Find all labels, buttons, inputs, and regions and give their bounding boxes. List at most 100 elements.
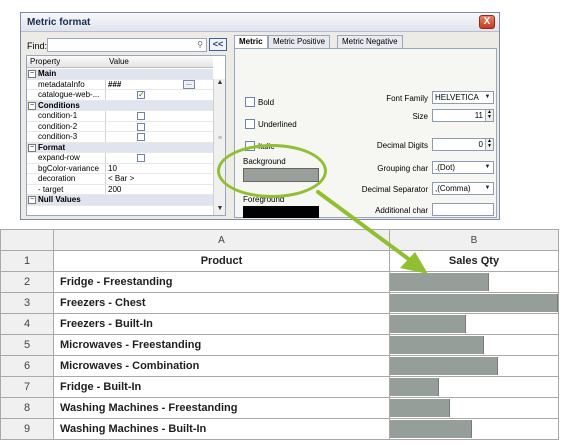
collapse-minus-icon[interactable]: − [28,70,36,78]
sales-qty-header-cell[interactable]: Sales Qty [389,250,559,272]
collapse-minus-icon[interactable]: − [28,143,36,152]
grid-property-row[interactable]: condition-2 [27,121,213,132]
grid-category-row[interactable]: − Format [27,142,213,153]
product-cell[interactable]: Fridge - Built-In [53,376,390,398]
product-cell[interactable]: Washing Machines - Built-In [53,418,390,440]
scroll-up-icon[interactable]: ▲ [215,79,225,89]
grid-property-row[interactable]: metadataInfo ###... [27,79,213,90]
property-value[interactable]: ### [108,80,121,90]
spinner-arrows-icon[interactable]: ▲ ▼ [485,139,493,150]
property-value[interactable]: 200 [108,185,121,195]
product-cell[interactable]: Freezers - Chest [53,292,390,314]
table-row: 2 Fridge - Freestanding [0,271,559,293]
product-header-cell[interactable]: Product [53,250,390,272]
grid-column-divider [105,90,106,100]
foreground-color-swatch[interactable] [243,206,319,218]
sales-qty-cell[interactable] [389,397,559,419]
grid-property-row[interactable]: catalogue-web-... [27,90,213,101]
tab-metric-negative[interactable]: Metric Negative [337,35,403,48]
grid-category-row[interactable]: − Null Values [27,195,213,206]
property-value[interactable]: < Bar > [108,174,134,184]
column-header-a[interactable]: A [53,229,390,251]
product-cell[interactable]: Microwaves - Combination [53,355,390,377]
property-name: Null Values [38,195,81,204]
decimal-digits-spinner[interactable]: 0 ▲ ▼ [432,138,494,151]
property-checkbox[interactable] [137,133,145,141]
sales-qty-cell[interactable] [389,355,559,377]
table-row: 9 Washing Machines - Built-In [0,418,559,440]
underlined-checkbox[interactable] [245,119,255,129]
table-row: 8 Washing Machines - Freestanding [0,397,559,419]
row-number[interactable]: 4 [0,313,54,335]
sales-qty-cell[interactable] [389,418,559,440]
property-checkbox[interactable] [137,154,145,162]
find-field[interactable]: ⚲ [47,38,207,52]
property-checkbox[interactable] [137,122,145,131]
product-cell[interactable]: Fridge - Freestanding [53,271,390,293]
row-number[interactable]: 7 [0,376,54,398]
sales-qty-cell[interactable] [389,313,559,335]
close-button[interactable]: X [479,15,495,29]
grid-property-row[interactable]: - target 200 [27,184,213,195]
sales-qty-cell[interactable] [389,271,559,293]
property-value[interactable]: 10 [108,164,117,174]
table-row: 7 Fridge - Built-In [0,376,559,398]
grid-column-divider [105,79,106,89]
sales-qty-cell[interactable] [389,334,559,356]
find-input[interactable] [48,39,188,51]
collapse-button[interactable]: << [209,38,227,51]
underlined-label: Underlined [258,120,297,129]
bold-checkbox[interactable] [245,97,255,107]
additional-char-input[interactable] [432,203,494,216]
property-checkbox[interactable] [137,112,145,120]
product-cell[interactable]: Washing Machines - Freestanding [53,397,390,419]
property-grid: Property Value − Main metadataInfo ###... ca… [26,55,226,216]
grouping-char-select[interactable]: .(Dot) ▼ [432,161,494,174]
size-spinner[interactable]: 11 ▲ ▼ [432,109,494,122]
search-icon: ⚲ [197,40,203,49]
row-number[interactable]: 1 [0,250,54,272]
grid-scrollbar[interactable]: ▲ ≡ ▼ [213,79,225,215]
product-cell[interactable]: Freezers - Built-In [53,313,390,335]
corner-cell[interactable] [0,229,54,251]
sales-qty-cell[interactable] [389,292,559,314]
scroll-grip-icon[interactable]: ≡ [215,135,225,145]
grid-property-row[interactable]: condition-1 [27,111,213,122]
row-number[interactable]: 2 [0,271,54,293]
property-checkbox[interactable] [137,90,145,100]
table-row: 4 Freezers - Built-In [0,313,559,335]
spinner-arrows-icon[interactable]: ▲ ▼ [485,110,493,121]
decimal-digits-label: Decimal Digits [376,141,428,150]
grid-category-row[interactable]: − Main [27,69,213,80]
grid-property-row[interactable]: expand-row [27,153,213,164]
row-number[interactable]: 3 [0,292,54,314]
row-number[interactable]: 6 [0,355,54,377]
collapse-minus-icon[interactable]: − [28,101,36,110]
spreadsheet: A B 1 Product Sales Qty 2 Fridge - Freest… [0,229,563,444]
decimal-separator-select[interactable]: ,(Comma) ▼ [432,182,494,195]
size-label: Size [412,112,428,121]
collapse-minus-icon[interactable]: − [28,196,36,204]
sales-qty-bar [390,315,466,333]
font-family-value: HELVETICA [435,93,479,102]
tab-metric-positive[interactable]: Metric Positive [268,35,331,48]
grid-category-row[interactable]: − Conditions [27,100,213,111]
sheet-body: 2 Fridge - Freestanding 3 Freezers - Chest 4… [0,271,559,440]
font-family-select[interactable]: HELVETICA ▼ [432,91,494,104]
grid-property-row[interactable]: decoration < Bar > [27,174,213,185]
grid-property-row[interactable]: condition-3 [27,132,213,143]
title-bar[interactable]: Metric format X [21,13,499,32]
property-name: expand-row [38,153,80,162]
row-number[interactable]: 9 [0,418,54,440]
product-cell[interactable]: Microwaves - Freestanding [53,334,390,356]
row-number[interactable]: 5 [0,334,54,356]
column-header-b[interactable]: B [389,229,559,251]
sales-qty-bar [390,273,490,291]
tab-metric[interactable]: Metric [234,35,268,49]
sales-qty-cell[interactable] [389,376,559,398]
row-number[interactable]: 8 [0,397,54,419]
scroll-down-icon[interactable]: ▼ [215,205,225,215]
ellipsis-button[interactable]: ... [183,79,195,89]
decimal-digits-value: 0 [478,140,483,149]
grid-property-row[interactable]: bgColor-variance 10 [27,163,213,174]
